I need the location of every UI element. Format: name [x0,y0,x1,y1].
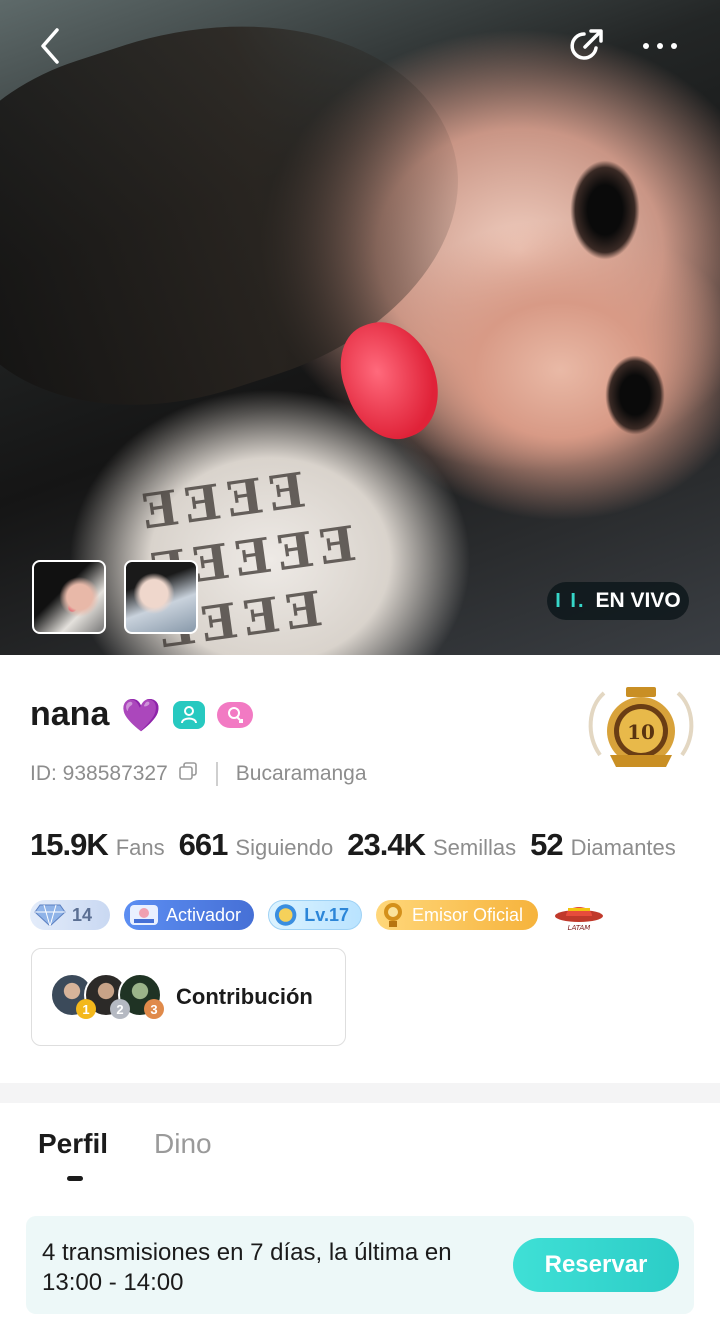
fans-count[interactable]: 15.9K [30,827,109,863]
diamond-badge[interactable]: 14 [30,900,110,930]
profile-name: nana [30,695,110,733]
level-coin-icon [274,904,297,926]
divider [215,762,218,786]
contribution-label: Contribución [176,984,313,1009]
id-location-row: ID: 938587327 Bucaramanga [30,761,367,787]
chevron-left-icon [41,28,59,64]
anniversary-medal-icon[interactable]: 10 [582,685,700,781]
purple-heart-emoji: 💜 [121,696,162,733]
reserve-button[interactable]: Reservar [513,1238,679,1292]
share-icon [570,29,603,60]
activator-icon [130,905,158,925]
rank-badge: 1 [76,999,96,1019]
female-gender-icon [217,701,254,728]
tab-perfil[interactable]: Perfil [38,1128,108,1160]
profile-tabs: Perfil Dino [38,1128,212,1181]
badge-row: 14 Activador Lv.17 Emisor Oficial LATAM [30,898,606,932]
diamond-badge-count: 14 [72,904,93,925]
seeds-label: Semillas [433,835,517,860]
user-id: ID: 938587327 [30,762,168,785]
seeds-count: 23.4K [347,827,426,862]
svg-text:10: 10 [627,720,655,744]
following-count[interactable]: 661 [179,827,229,863]
verified-user-icon [173,700,206,729]
active-tab-indicator [67,1176,83,1181]
diamonds-count: 52 [530,827,563,862]
svg-text:LATAM: LATAM [568,924,591,932]
back-button[interactable] [24,20,76,72]
top-contributors: 1 2 3 [50,971,164,1023]
live-label: EN VIVO [595,589,681,612]
name-row: nana 💜 [30,695,254,734]
photo-thumbnails [32,560,198,634]
cover-eye-shape [570,160,640,260]
copy-icon[interactable] [178,761,198,787]
location: Bucaramanga [235,762,367,785]
following-label[interactable]: Siguiendo [235,835,333,861]
share-button[interactable] [560,20,612,72]
more-dots-icon [643,43,677,49]
section-separator [0,1083,720,1103]
schedule-card: 4 transmisiones en 7 días, la última en … [26,1216,694,1314]
stats-row: 15.9K Fans 661 Siguiendo 23.4K Semillas … [30,827,682,863]
diamond-icon [34,904,66,927]
tab-dino[interactable]: Dino [154,1128,212,1160]
schedule-text: 4 transmisiones en 7 días, la última en … [42,1239,452,1296]
rank-badge: 3 [144,999,164,1019]
cover-eye-shape [605,355,665,435]
live-badge[interactable]: I I. EN VIVO [547,582,689,620]
photo-thumbnail[interactable] [124,560,198,634]
official-streamer-badge[interactable]: Emisor Oficial [376,900,538,930]
profile-cover-photo[interactable]: ƎƎƎƎ ƎƎƎƎƎ ƎƎƎƎ I I. EN VIVO [0,0,720,655]
activator-label: Activador [166,904,242,925]
contribution-button[interactable]: 1 2 3 Contribución [31,948,346,1046]
latam-badge-icon[interactable]: LATAM [552,898,606,932]
level-label: Lv.17 [304,904,349,925]
activator-badge[interactable]: Activador [124,900,254,930]
diamonds-label: Diamantes [570,835,676,860]
live-bars-icon: I I. [555,589,586,612]
trophy-icon [384,903,402,927]
fans-label[interactable]: Fans [116,835,165,861]
more-options-button[interactable] [634,20,686,72]
level-badge[interactable]: Lv.17 [268,900,362,930]
photo-thumbnail[interactable] [32,560,106,634]
rank-badge: 2 [110,999,130,1019]
official-streamer-label: Emisor Oficial [412,904,524,925]
